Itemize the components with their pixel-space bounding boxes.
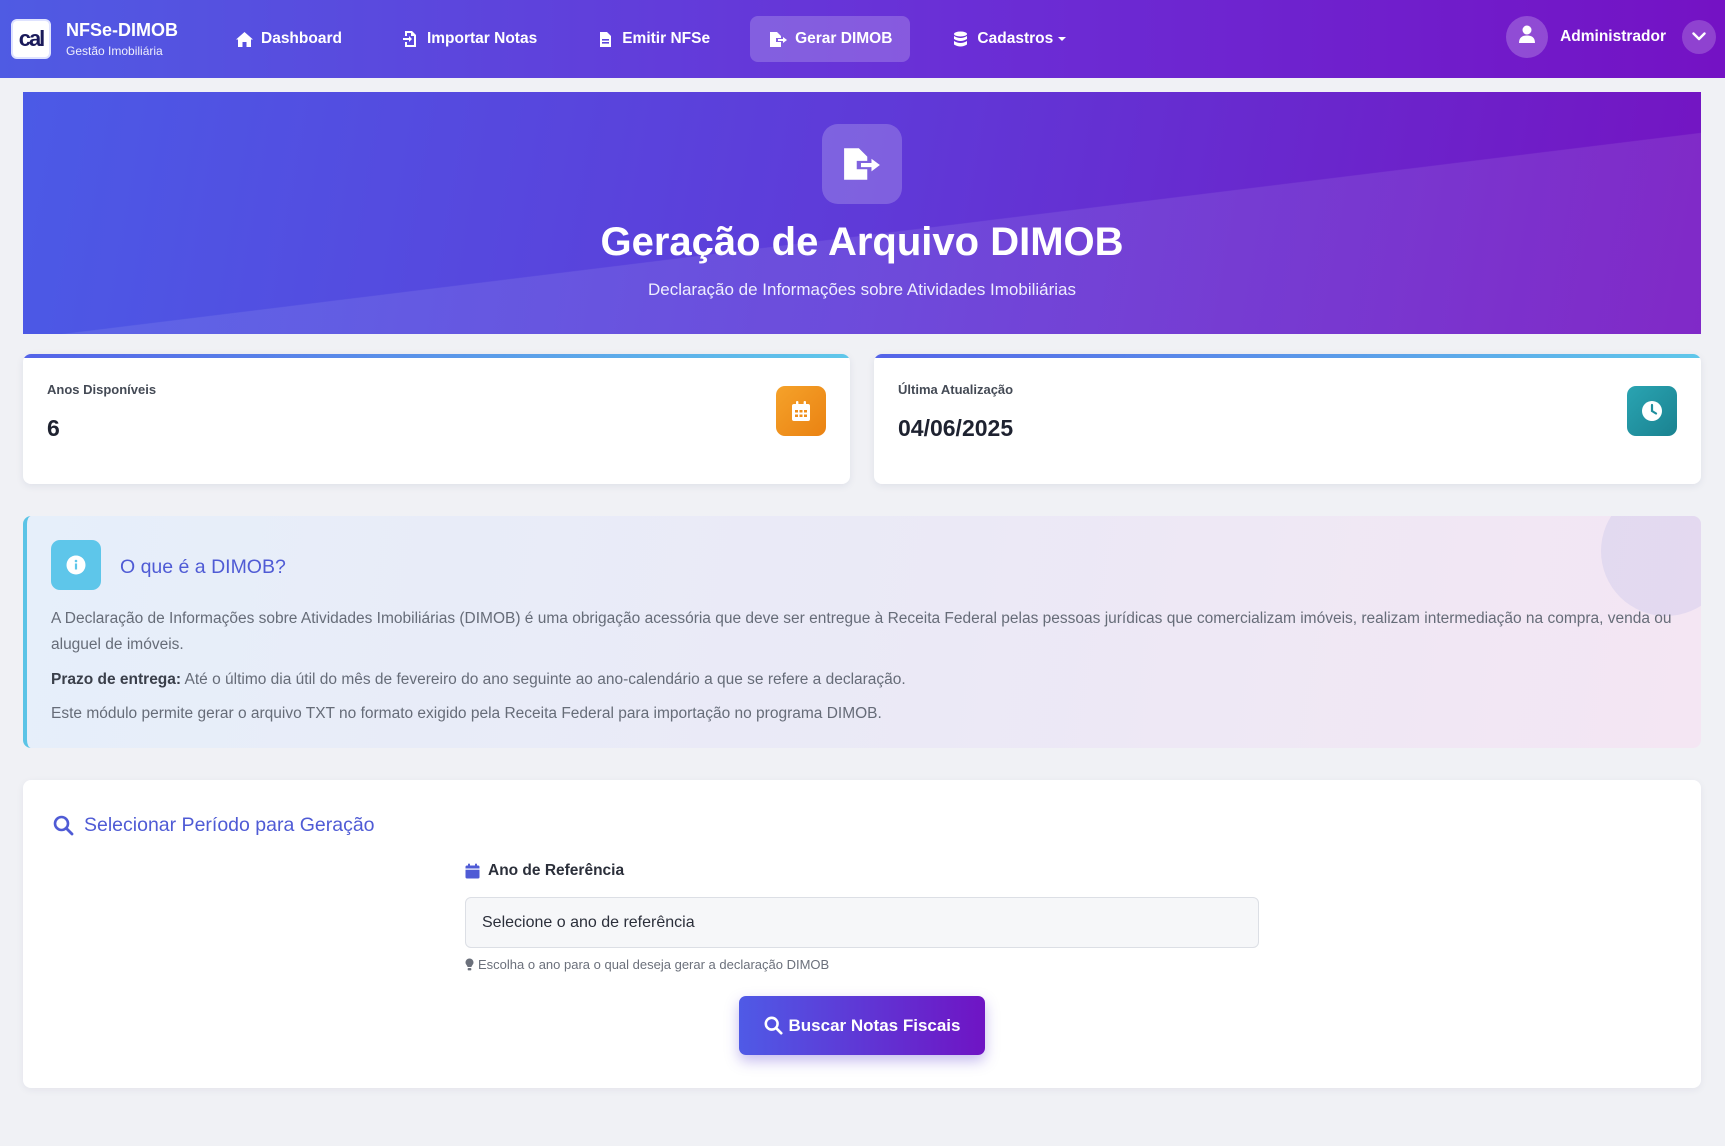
file-export-icon (768, 30, 788, 48)
info-card-dimob: O que é a DIMOB? A Declaração de Informa… (23, 516, 1701, 748)
chevron-down-icon (1692, 28, 1706, 46)
nav-item-label: Cadastros (977, 30, 1054, 47)
info-paragraph-definition: A Declaração de Informações sobre Ativid… (51, 610, 1672, 653)
info-icon (51, 540, 101, 590)
stat-card-ultima-atualizacao: Última Atualização 04/06/2025 (874, 354, 1701, 484)
brand[interactable]: cal NFSe-DIMOB Gestão Imobiliária (11, 19, 216, 59)
deadline-label: Prazo de entrega: (51, 671, 182, 688)
hero-file-export-icon (822, 124, 902, 204)
page-subtitle: Declaração de Informações sobre Atividad… (647, 280, 1077, 299)
brand-logo: cal (11, 19, 51, 59)
calendar-icon (776, 386, 826, 436)
nav-menu: Dashboard Importar Notas Emitir NFSe Ger… (216, 16, 1106, 62)
info-title: O que é a DIMOB? (120, 556, 286, 578)
nav-item-label: Dashboard (261, 30, 342, 47)
calendar-icon (465, 863, 480, 879)
search-invoices-button[interactable]: Buscar Notas Fiscais (739, 996, 985, 1055)
search-invoices-button-label: Buscar Notas Fiscais (788, 1015, 961, 1035)
year-field-label-text: Ano de Referência (488, 862, 625, 879)
nav-item-importar-notas[interactable]: Importar Notas (382, 16, 555, 62)
selection-title-text: Selecionar Período para Geração (84, 814, 375, 836)
year-field-help-text: Escolha o ano para o qual deseja gerar a… (478, 957, 830, 972)
user-avatar[interactable] (1506, 16, 1549, 58)
home-icon (234, 30, 254, 48)
period-selection-card: Selecionar Período para Geração Ano de R… (23, 780, 1701, 1088)
hero-banner: Geração de Arquivo DIMOB Declaração de I… (23, 92, 1701, 334)
user-icon (1518, 25, 1536, 49)
stat-card-anos-disponiveis: Anos Disponíveis 6 (23, 354, 850, 484)
file-text-icon (595, 30, 615, 48)
nav-item-label: Emitir NFSe (622, 30, 711, 47)
file-import-icon (400, 30, 420, 48)
year-select[interactable]: Selecione o ano de referência (465, 897, 1259, 948)
search-icon (53, 815, 74, 836)
user-dropdown-toggle[interactable] (1682, 20, 1716, 54)
nav-item-gerar-dimob[interactable]: Gerar DIMOB (750, 16, 911, 62)
nav-item-label: Importar Notas (426, 30, 538, 47)
user-name[interactable]: Administrador (1560, 28, 1666, 46)
info-paragraph-deadline: Prazo de entrega: Até o último dia útil … (51, 667, 1677, 693)
user-menu[interactable]: Administrador (1506, 16, 1716, 58)
dropdown-caret-icon (1058, 37, 1067, 41)
nav-item-dashboard[interactable]: Dashboard (216, 16, 360, 62)
decorative-circle (1601, 516, 1701, 616)
stat-value: 04/06/2025 (898, 415, 1014, 441)
nav-item-cadastros[interactable]: Cadastros (932, 16, 1084, 62)
page-title: Geração de Arquivo DIMOB (600, 220, 1124, 264)
deadline-text: Até o último dia útil do mês de fevereir… (181, 671, 906, 688)
clock-icon (1627, 386, 1677, 436)
lightbulb-icon (465, 958, 474, 971)
selection-title: Selecionar Período para Geração (53, 814, 375, 837)
nav-item-label: Gerar DIMOB (795, 30, 893, 47)
year-field-help: Escolha o ano para o qual deseja gerar a… (465, 957, 829, 972)
stat-label: Última Atualização (898, 382, 1014, 397)
brand-subtitle: Gestão Imobiliária (66, 44, 163, 58)
stat-value: 6 (47, 415, 60, 441)
search-icon (764, 1016, 783, 1035)
year-field-label: Ano de Referência (465, 862, 624, 880)
database-icon (950, 30, 970, 48)
top-navbar: cal NFSe-DIMOB Gestão Imobiliária Dashbo… (0, 0, 1725, 78)
nav-item-emitir-nfse[interactable]: Emitir NFSe (577, 16, 728, 62)
stat-label: Anos Disponíveis (47, 382, 157, 397)
info-paragraph-module: Este módulo permite gerar o arquivo TXT … (51, 705, 882, 722)
brand-title: NFSe-DIMOB (66, 20, 178, 40)
